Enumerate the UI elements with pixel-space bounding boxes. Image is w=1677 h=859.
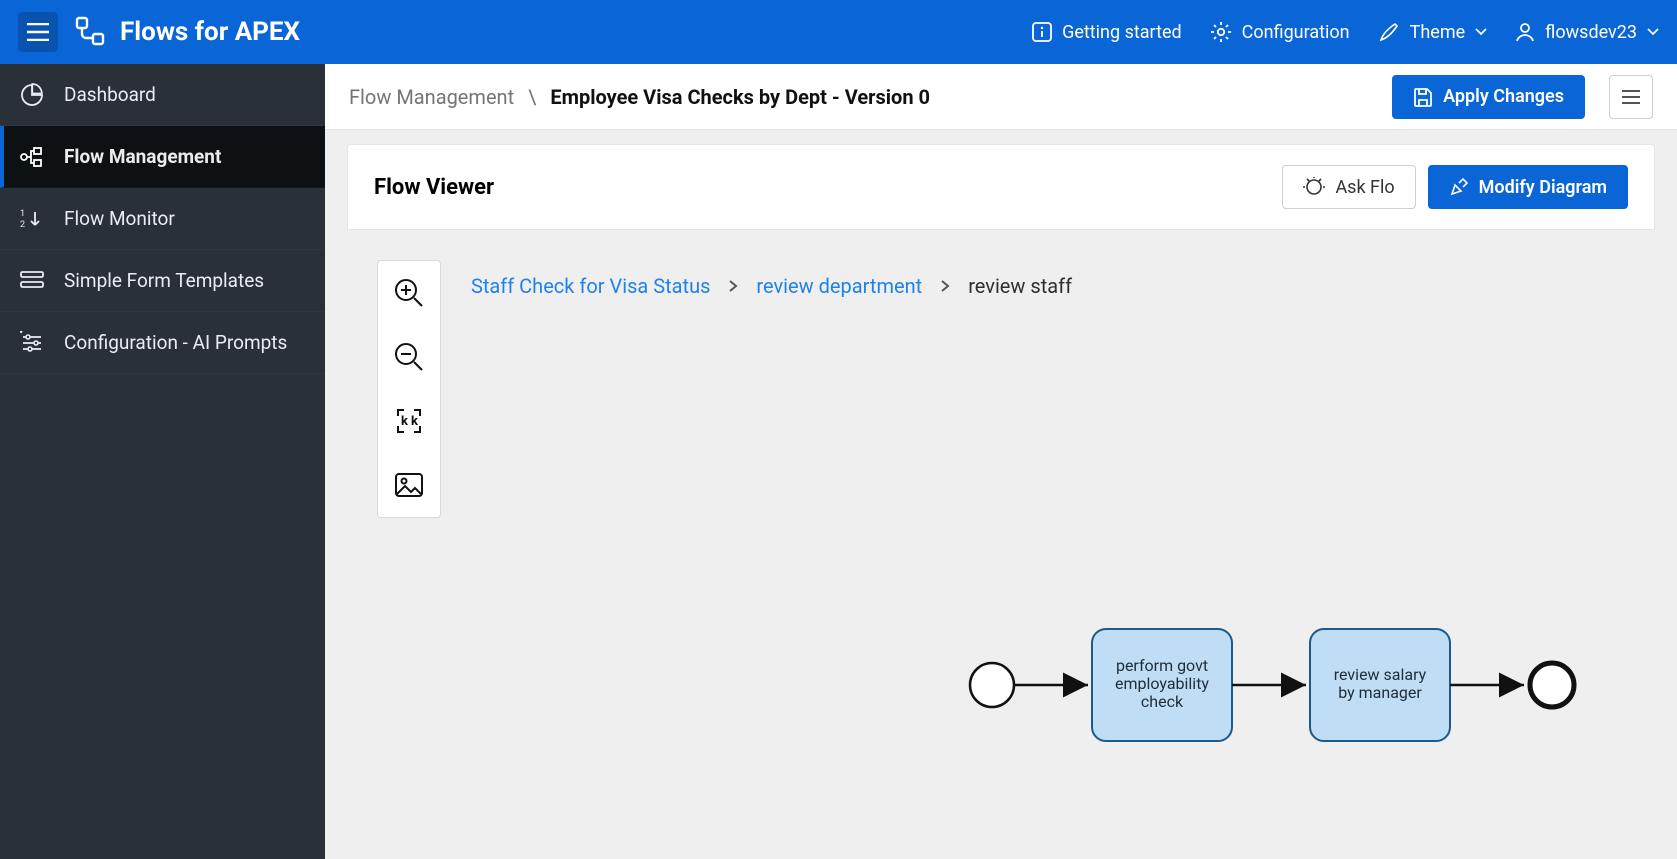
sidebar-item-label: Simple Form Templates: [64, 269, 264, 292]
bpmn-diagram: perform govt employability check review …: [962, 625, 1602, 789]
app-title: Flows for APEX: [120, 17, 300, 47]
fit-to-screen-button[interactable]: kk: [378, 389, 440, 453]
subprocess-crumb-dept[interactable]: review department: [756, 274, 922, 298]
user-name-label: flowsdev23: [1545, 22, 1637, 43]
header-links: Getting started Configuration Theme flow…: [1032, 21, 1659, 43]
getting-started-label: Getting started: [1062, 22, 1182, 43]
chevron-right-icon: [940, 274, 950, 298]
zoom-out-button[interactable]: [378, 325, 440, 389]
apply-changes-button[interactable]: Apply Changes: [1392, 75, 1585, 119]
subprocess-breadcrumbs: Staff Check for Visa Status review depar…: [471, 274, 1072, 298]
svg-text:2: 2: [20, 220, 25, 230]
configuration-link[interactable]: Configuration: [1210, 21, 1350, 43]
ask-flo-label: Ask Flo: [1335, 177, 1394, 198]
panel-title: Flow Viewer: [374, 175, 494, 200]
fit-icon: kk: [392, 404, 426, 438]
menu-icon: [1622, 90, 1640, 104]
hamburger-icon: [27, 23, 49, 41]
sidebar-item-label: Dashboard: [64, 83, 156, 106]
sidebar-item-flow-monitor[interactable]: 12 Flow Monitor: [0, 188, 325, 250]
hamburger-button[interactable]: [18, 12, 58, 52]
zoom-out-icon: [392, 340, 426, 374]
export-image-button[interactable]: [378, 453, 440, 517]
breadcrumb-title: Employee Visa Checks by Dept - Version 0: [550, 85, 930, 109]
svg-text:k: k: [411, 414, 419, 429]
user-menu[interactable]: flowsdev23: [1515, 22, 1659, 43]
end-event[interactable]: [1530, 663, 1574, 707]
tool-palette: kk: [377, 260, 441, 518]
modify-diagram-label: Modify Diagram: [1479, 177, 1607, 198]
task-label: review salary: [1334, 665, 1427, 684]
breadcrumb-parent[interactable]: Flow Management: [349, 85, 514, 109]
sidebar-item-configuration-ai-prompts[interactable]: Configuration - AI Prompts: [0, 312, 325, 374]
sidebar-item-label: Configuration - AI Prompts: [64, 331, 287, 354]
subprocess-crumb-root[interactable]: Staff Check for Visa Status: [471, 274, 710, 298]
panel-header: Flow Viewer Ask Flo Modify Diagram: [347, 144, 1655, 230]
more-menu-button[interactable]: [1609, 75, 1653, 119]
pie-chart-icon: [18, 83, 46, 107]
sidebar-item-flow-management[interactable]: Flow Management: [0, 126, 325, 188]
canvas-area[interactable]: kk Staff Check for Visa Status review de…: [347, 230, 1655, 859]
app-header: Flows for APEX Getting started Configura…: [0, 0, 1677, 64]
sidebar-item-label: Flow Management: [64, 145, 221, 168]
chevron-right-icon: [728, 274, 738, 298]
ask-flo-button[interactable]: Ask Flo: [1282, 165, 1415, 209]
sidebar: Dashboard Flow Management 12 Flow Monito…: [0, 64, 325, 859]
info-icon: [1032, 22, 1052, 42]
sidebar-item-dashboard[interactable]: Dashboard: [0, 64, 325, 126]
getting-started-link[interactable]: Getting started: [1032, 22, 1182, 43]
zoom-in-icon: [392, 276, 426, 310]
app-logo-icon: [74, 16, 106, 48]
sidebar-item-simple-form-templates[interactable]: Simple Form Templates: [0, 250, 325, 312]
theme-menu[interactable]: Theme: [1378, 21, 1488, 43]
task-label: check: [1141, 692, 1184, 711]
save-icon: [1413, 87, 1433, 107]
breadcrumb-bar: Flow Management \ Employee Visa Checks b…: [325, 64, 1677, 130]
ai-icon: [1303, 177, 1325, 197]
paintbrush-icon: [1378, 21, 1400, 43]
ordered-list-icon: 12: [18, 207, 46, 231]
logo-area: Flows for APEX: [74, 16, 300, 48]
svg-text:1: 1: [20, 209, 25, 219]
zoom-in-button[interactable]: [378, 261, 440, 325]
svg-text:k: k: [401, 414, 409, 429]
user-icon: [1515, 22, 1535, 42]
breadcrumb-sep: \: [528, 85, 536, 109]
form-icon: [18, 269, 46, 293]
task-label: employability: [1115, 674, 1209, 693]
design-icon: [1449, 177, 1469, 197]
sliders-icon: [18, 331, 46, 355]
task-label: perform govt: [1116, 656, 1208, 675]
gear-icon: [1210, 21, 1232, 43]
apply-changes-label: Apply Changes: [1443, 86, 1564, 107]
start-event[interactable]: [970, 663, 1014, 707]
configuration-label: Configuration: [1242, 22, 1350, 43]
modify-diagram-button[interactable]: Modify Diagram: [1428, 165, 1628, 209]
task-label: by manager: [1338, 683, 1422, 702]
chevron-down-icon: [1647, 28, 1659, 36]
sidebar-item-label: Flow Monitor: [64, 207, 175, 230]
subprocess-crumb-current: review staff: [968, 274, 1072, 298]
flow-icon: [18, 145, 46, 169]
image-icon: [392, 468, 426, 502]
main-area: Flow Management \ Employee Visa Checks b…: [325, 64, 1677, 859]
chevron-down-icon: [1475, 28, 1487, 36]
theme-label: Theme: [1410, 22, 1466, 43]
